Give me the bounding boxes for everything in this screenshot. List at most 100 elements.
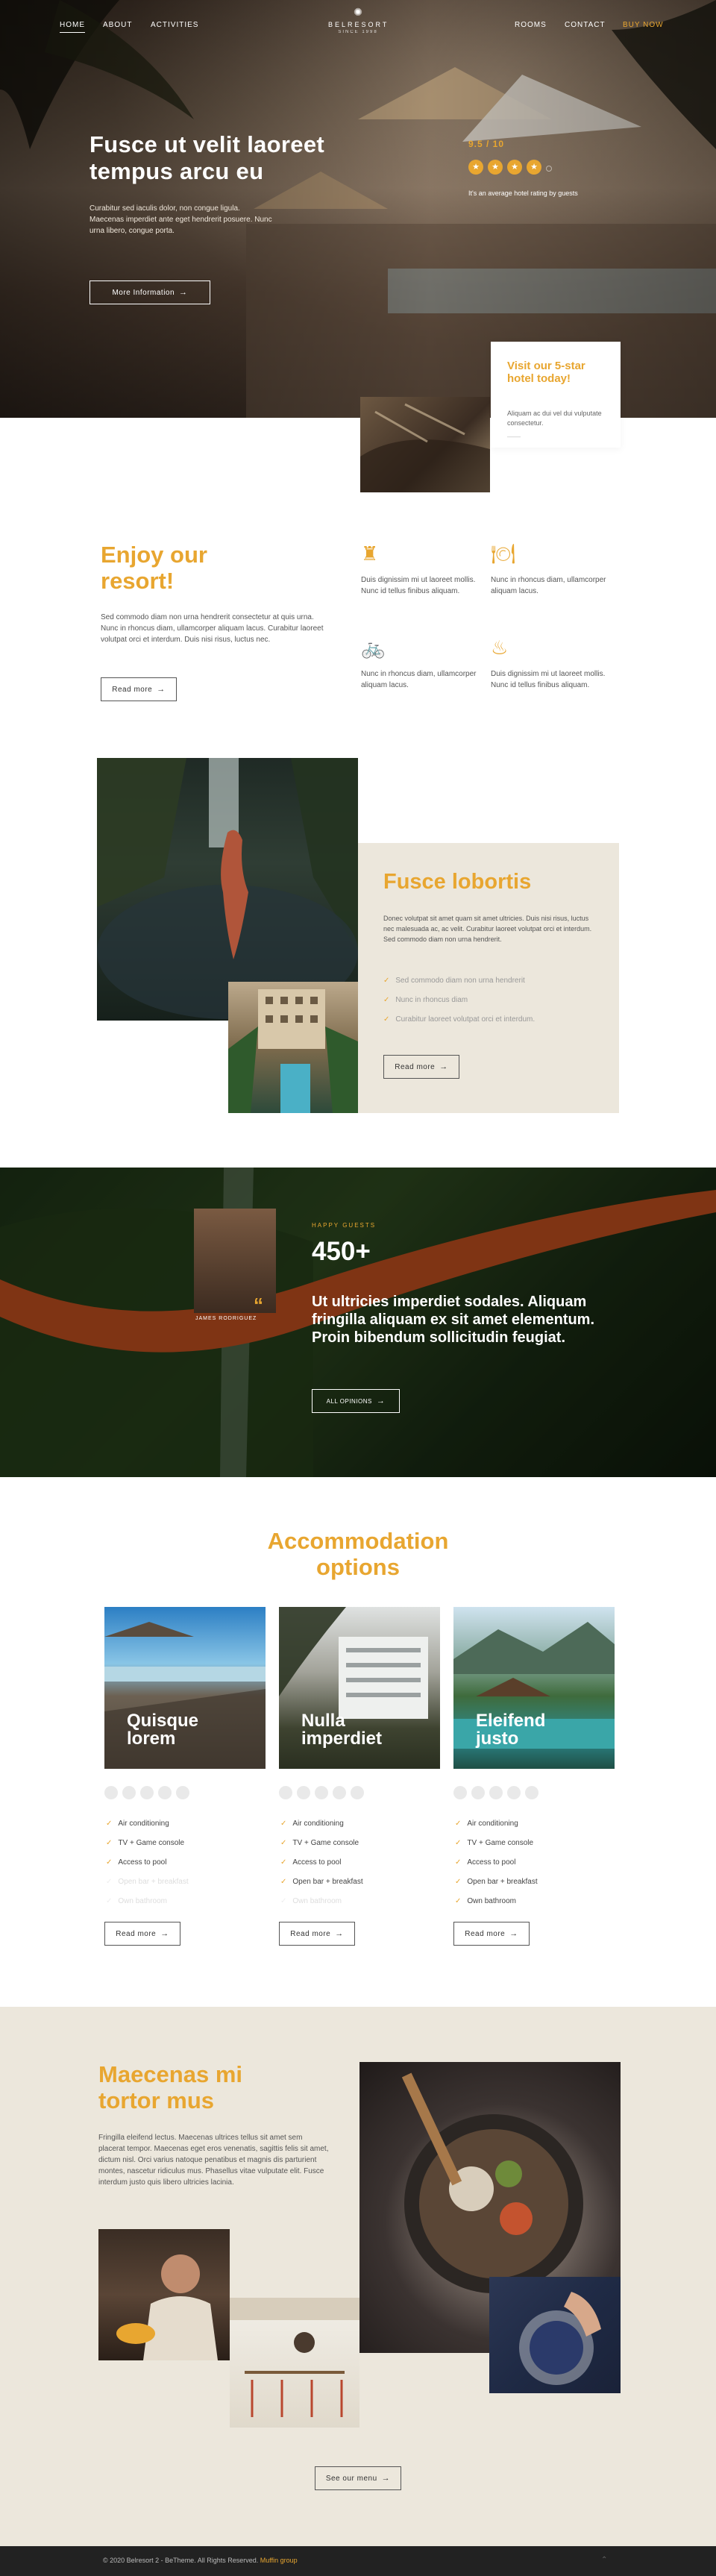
footer-brand-link[interactable]: Muffin group [260, 2557, 298, 2564]
star-icon: ★ [488, 160, 503, 175]
room-card-eleifend[interactable]: Eleifend justo [453, 1607, 615, 1769]
nav-buy-now-link[interactable]: BUY NOW [623, 21, 664, 29]
enjoy-text: Sed commodo diam non urna hendrerit cons… [101, 613, 324, 644]
nav-home-link[interactable]: HOME [60, 21, 85, 33]
check-icon: ✓ [106, 1897, 113, 1905]
arrow-right-icon: → [335, 1929, 344, 1938]
check-icon: ✓ [455, 1820, 462, 1828]
check-icon: ✓ [383, 1015, 390, 1024]
room-card-quisque[interactable]: Quisque lorem [104, 1607, 266, 1769]
check-icon: ✓ [280, 1897, 287, 1905]
room-rating [453, 1786, 543, 1803]
room-features: ✓ Air conditioning ✓ TV + Game console ✓ Ac… [280, 1814, 363, 1911]
testimonial-quote: Ut ultricies imperdiet sodales. Aliquam … [312, 1294, 595, 1346]
footer-copyright: © 2020 Belresort 2 - BeTheme. All Rights… [103, 2557, 298, 2564]
feature-text: Nunc in rhoncus diam, ullamcorper aliqua… [361, 670, 477, 689]
cafe-interior-photo [230, 2298, 359, 2428]
list-item: ✓ Nunc in rhoncus diam [383, 991, 535, 1010]
check-icon: ✓ [280, 1820, 287, 1828]
check-icon: ✓ [455, 1878, 462, 1886]
pool-hotel-photo [228, 982, 358, 1113]
logo-name: BELRESORT [328, 21, 389, 28]
hero-text: Curabitur sed iaculis dolor, non congue … [90, 204, 272, 235]
site-logo[interactable]: ✺ BELRESORT SINCE 1998 [328, 6, 388, 34]
pool-icon: ♨ [491, 636, 509, 659]
fusce-text: Donec volutpat sit amet quam sit amet ul… [383, 915, 592, 943]
see-our-menu-button[interactable]: See our menu → [315, 2466, 401, 2490]
promo-photo [360, 397, 490, 492]
promo-title: Visit our 5-star hotel today! [507, 360, 585, 385]
arrow-right-icon: → [160, 1929, 169, 1938]
check-icon: ✓ [106, 1820, 113, 1828]
accommodation-title: Accommodation options [267, 1528, 449, 1580]
enjoy-title: Enjoy our resort! [101, 542, 207, 594]
arrow-right-icon: → [157, 685, 166, 694]
feature-text: Duis dignissim mi ut laoreet mollis. Nun… [491, 670, 606, 689]
check-icon: ✓ [106, 1878, 113, 1886]
check-icon: ✓ [106, 1858, 113, 1867]
room-features: ✓ Air conditioning ✓ TV + Game console ✓ Ac… [106, 1814, 189, 1911]
hero-more-info-button[interactable]: More Information → [90, 281, 210, 304]
arrow-right-icon: → [376, 1397, 386, 1405]
star-icon: ★ [468, 160, 483, 175]
rating-stars: ★ ★ ★ ★ ★ [468, 160, 556, 175]
check-icon: ✓ [383, 996, 390, 1004]
promo-text: Aliquam ac dui vel dui vulputate consect… [507, 410, 602, 427]
rating-caption: It's an average hotel rating by guests [468, 189, 578, 197]
room-card-nulla[interactable]: Nulla imperdiet [279, 1607, 440, 1769]
check-icon: ✓ [280, 1858, 287, 1867]
footer: © 2020 Belresort 2 - BeTheme. All Rights… [0, 2546, 716, 2576]
enjoy-read-more-button[interactable]: Read more → [101, 677, 177, 701]
feature-text: Duis dignissim mi ut laoreet mollis. Nun… [361, 576, 476, 595]
dessert-photo [489, 2277, 621, 2393]
star-empty-icon: ★ [546, 166, 552, 172]
check-icon: ✓ [455, 1858, 462, 1867]
fusce-title: Fusce lobortis [383, 870, 532, 894]
author-photo [194, 1209, 276, 1313]
guest-count: 450+ [312, 1237, 371, 1266]
arrow-right-icon: → [509, 1929, 518, 1938]
nav-about-link[interactable]: ABOUT [103, 21, 132, 29]
check-icon: ✓ [280, 1839, 287, 1847]
fusce-card: Fusce lobortis Donec volutpat sit amet q… [358, 843, 619, 1113]
list-item: ✓ Sed commodo diam non urna hendrerit [383, 971, 535, 991]
castle-icon: ♜ [361, 542, 379, 565]
star-icon: ★ [527, 160, 541, 175]
fusce-read-more-button[interactable]: Read more → [383, 1055, 459, 1079]
testimonial-author: JAMES RODRIGUEZ [195, 1316, 257, 1321]
all-opinions-button[interactable]: ALL OPINIONS → [312, 1389, 400, 1413]
nav-contact-link[interactable]: CONTACT [565, 21, 606, 29]
check-icon: ✓ [455, 1897, 462, 1905]
room-rating [104, 1786, 194, 1803]
room-features: ✓ Air conditioning ✓ TV + Game console ✓ Ac… [455, 1814, 538, 1911]
quote-icon: “ [254, 1294, 263, 1316]
maecenas-text: Fringilla eleifend lectus. Maecenas ultr… [98, 2134, 329, 2187]
room-rating [279, 1786, 368, 1803]
check-icon: ✓ [383, 977, 390, 985]
room-read-more-button[interactable]: Read more → [104, 1922, 180, 1946]
fusce-list: ✓ Sed commodo diam non urna hendrerit ✓ Nu… [383, 971, 535, 1030]
bicycle-icon: 🚲 [361, 636, 386, 659]
check-icon: ✓ [280, 1878, 287, 1886]
back-to-top-icon[interactable]: ⌃ [601, 2556, 607, 2564]
logo-tagline: SINCE 1998 [338, 30, 378, 34]
check-icon: ✓ [455, 1839, 462, 1847]
promo-divider: —— [507, 433, 521, 440]
logo-emblem-icon: ✺ [354, 6, 362, 18]
star-icon: ★ [507, 160, 522, 175]
room-read-more-button[interactable]: Read more → [279, 1922, 355, 1946]
promo-card: Visit our 5-star hotel today! Aliquam ac… [491, 342, 621, 448]
feature-text: Nunc in rhoncus diam, ullamcorper aliqua… [491, 576, 606, 595]
arrow-right-icon: → [381, 2474, 391, 2483]
hero-title: Fusce ut velit laoreet tempus arcu eu [90, 131, 324, 184]
meal-icon: 🍽 [491, 542, 516, 565]
room-read-more-button[interactable]: Read more → [453, 1922, 530, 1946]
nav-activities-link[interactable]: ACTIVITIES [151, 21, 198, 29]
check-icon: ✓ [106, 1839, 113, 1847]
woman-eating-photo [98, 2229, 230, 2360]
rating-score: 9.5 / 10 [468, 139, 505, 149]
maecenas-title: Maecenas mi tortor mus [98, 2061, 242, 2113]
testimonial-label: HAPPY GUESTS [312, 1222, 377, 1229]
arrow-right-icon: → [439, 1062, 448, 1071]
nav-rooms-link[interactable]: ROOMS [515, 21, 547, 29]
